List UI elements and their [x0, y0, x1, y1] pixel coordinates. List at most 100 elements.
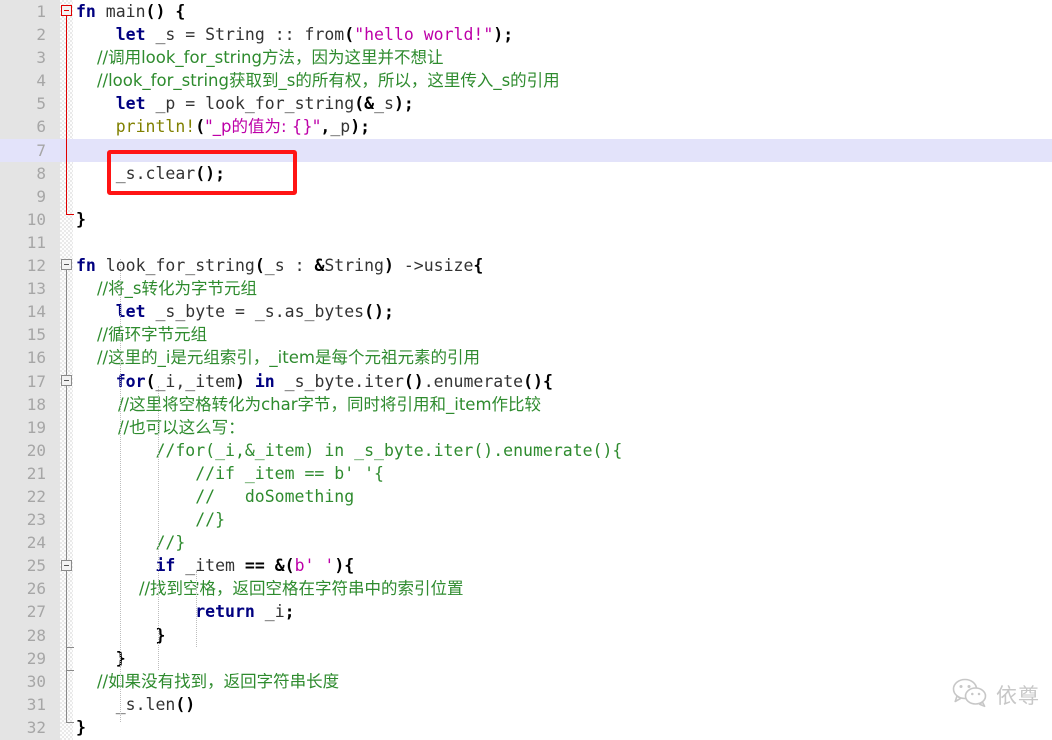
token-id: _s = String :: from — [145, 25, 345, 45]
token-pun: ) — [393, 94, 404, 114]
token-cm: //如果没有找到，返回字符串长度 — [76, 671, 340, 691]
code-text[interactable]: // doSomething — [76, 485, 354, 508]
token-pun: { — [542, 371, 553, 391]
code-text[interactable]: //这里的_i是元组索引，_item是每个元祖元素的引用 — [76, 346, 480, 369]
token-pun: ) — [234, 371, 245, 391]
token-id: _i — [254, 602, 285, 622]
token-cm: //调用look_for_string方法，因为这里并不想让 — [76, 48, 444, 68]
indent-guide-level-2 — [158, 386, 159, 670]
token-kw: in — [254, 371, 275, 391]
code-text[interactable]: //调用look_for_string方法，因为这里并不想让 — [76, 46, 444, 69]
code-text[interactable]: fn main() { — [76, 0, 185, 23]
code-text[interactable]: //} — [76, 531, 185, 554]
code-line[interactable]: 3 //调用look_for_string方法，因为这里并不想让 — [0, 46, 1052, 69]
token-id — [76, 117, 116, 136]
token-id: _p — [330, 117, 351, 137]
code-text[interactable]: //也可以这么写： — [76, 416, 245, 439]
token-cm: //if _item == b' '{ — [76, 463, 384, 483]
token-pun: } — [76, 717, 86, 737]
code-text[interactable]: _s.clear(); — [76, 162, 225, 185]
line-number: 25 — [26, 556, 46, 576]
line-number: 31 — [26, 694, 46, 714]
code-text[interactable]: //if _item == b' '{ — [76, 462, 384, 485]
token-pun: () — [523, 371, 543, 391]
code-editor[interactable]: 1 fn main() {2 let _s = String :: from("h… — [0, 0, 1052, 740]
token-id: _s : — [264, 256, 315, 276]
code-line[interactable]: 9 — [0, 185, 1052, 208]
code-line[interactable]: 31 _s.len() — [0, 693, 1052, 716]
code-line[interactable]: 13 //将_s转化为字节元组 — [0, 277, 1052, 300]
code-text[interactable]: println!("_p的值为: {}",_p); — [76, 115, 370, 138]
token-kw: let — [115, 94, 146, 114]
code-text[interactable]: } — [76, 208, 86, 231]
code-line[interactable]: 5 let _p = look_for_string(&_s); — [0, 92, 1052, 115]
token-id — [76, 556, 155, 575]
code-text[interactable]: //look_for_string获取到_s的所有权，所以，这里传入_s的引用 — [76, 69, 560, 92]
code-line[interactable]: 2 let _s = String :: from("hello world!"… — [0, 23, 1052, 46]
code-text[interactable]: } — [76, 716, 86, 739]
code-text[interactable]: //如果没有找到，返回字符串长度 — [76, 670, 339, 693]
line-number: 10 — [26, 209, 46, 229]
token-str: "_p的值为: {}" — [205, 117, 321, 137]
token-pun: ) — [350, 117, 361, 137]
line-number: 17 — [26, 371, 46, 391]
token-cm: //} — [76, 510, 226, 530]
token-pun: ; — [403, 94, 414, 114]
line-number: 19 — [26, 417, 46, 437]
code-line[interactable]: 12 fn look_for_string(_s : &String) ->usi… — [0, 254, 1052, 277]
code-text[interactable]: fn look_for_string(_s : &String) ->usize… — [76, 254, 483, 277]
token-pun: ; — [360, 117, 371, 137]
token-pun: ( — [145, 371, 156, 391]
code-line[interactable]: 16 //这里的_i是元组索引，_item是每个元祖元素的引用 — [0, 346, 1052, 369]
token-cm: //也可以这么写： — [76, 417, 245, 437]
code-line[interactable]: 10} — [0, 208, 1052, 231]
code-line[interactable]: 32} — [0, 716, 1052, 739]
code-line[interactable]: 6 println!("_p的值为: {}",_p); — [0, 115, 1052, 138]
token-id: _p = look_for_string — [145, 94, 355, 114]
code-line[interactable]: 15 //循环字节元组 — [0, 323, 1052, 346]
indent-guide-level-3 — [196, 571, 197, 647]
token-cm: //循环字节元组 — [76, 325, 208, 345]
line-number: 32 — [26, 717, 46, 737]
code-line[interactable]: 14 let _s_byte = _s.as_bytes(); — [0, 300, 1052, 323]
token-cm: //找到空格，返回空格在字符串中的索引位置 — [76, 579, 464, 599]
code-text[interactable]: //找到空格，返回空格在字符串中的索引位置 — [76, 577, 464, 600]
line-number: 24 — [26, 533, 46, 553]
token-id: String — [324, 256, 384, 276]
code-text[interactable]: //循环字节元组 — [76, 323, 207, 346]
token-id — [76, 25, 116, 44]
token-id — [165, 2, 175, 21]
code-line[interactable]: 4 //look_for_string获取到_s的所有权，所以，这里传入_s的引… — [0, 69, 1052, 92]
code-line[interactable]: 7 — [0, 138, 1052, 162]
code-text[interactable]: _s.len() — [76, 693, 195, 716]
token-id: main — [95, 2, 146, 21]
line-number: 29 — [26, 648, 46, 668]
indent-guide-level-1 — [120, 259, 121, 722]
code-text[interactable]: //} — [76, 508, 225, 531]
token-pun: () — [403, 371, 424, 391]
token-id: _s.len — [76, 694, 176, 714]
token-pun: () — [175, 694, 196, 714]
code-text[interactable]: return _i; — [76, 600, 294, 623]
code-text[interactable]: } — [76, 647, 126, 670]
code-line[interactable]: 8 _s.clear(); — [0, 162, 1052, 185]
token-pun: ; — [383, 302, 394, 322]
code-text[interactable]: for(_i,_item) in _s_byte.iter().enumerat… — [76, 370, 553, 393]
token-pun: () — [145, 2, 166, 21]
code-text[interactable]: let _s_byte = _s.as_bytes(); — [76, 300, 394, 323]
code-text[interactable]: let _p = look_for_string(&_s); — [76, 92, 414, 115]
code-text[interactable]: let _s = String :: from("hello world!"); — [76, 23, 513, 46]
watermark: 依尊 — [952, 678, 1040, 712]
code-text[interactable]: if _item == &(b' '){ — [76, 554, 354, 577]
token-id — [76, 602, 195, 621]
code-line[interactable]: 30 //如果没有找到，返回字符串长度 — [0, 670, 1052, 693]
code-line[interactable]: 1 fn main() { — [0, 0, 1052, 23]
token-pun: ( — [254, 256, 265, 276]
line-number: 11 — [26, 232, 46, 252]
code-text[interactable]: //这里将空格转化为char字节，同时将引用和_item作比较 — [76, 393, 541, 416]
wechat-icon — [952, 678, 988, 712]
code-text[interactable]: //将_s转化为字节元组 — [76, 277, 257, 300]
line-number: 5 — [36, 94, 46, 114]
code-line[interactable]: 11 — [0, 231, 1052, 254]
line-number: 4 — [36, 71, 46, 91]
